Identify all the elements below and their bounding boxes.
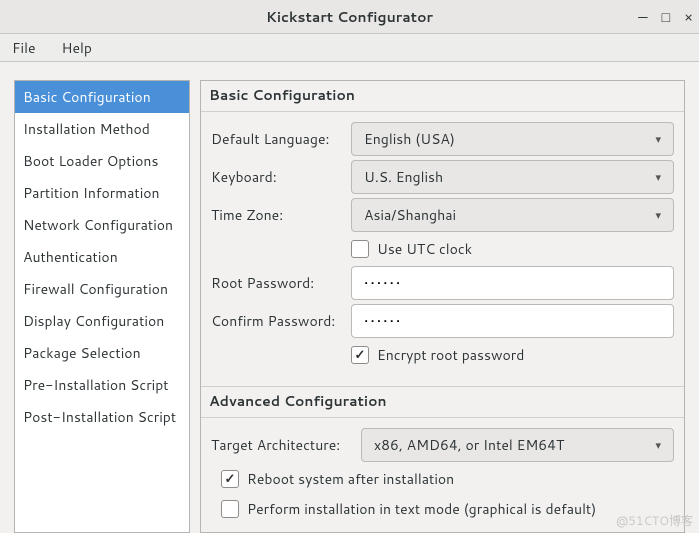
chevron-down-icon: ▾ [655,131,661,147]
timezone-dropdown[interactable]: Asia/Shanghai ▾ [351,198,674,232]
menu-help[interactable]: Help [58,36,96,60]
chevron-down-icon: ▾ [655,437,661,453]
arch-label: Target Architecture: [211,435,351,455]
row-confirmpw: Confirm Password: [211,302,674,340]
row-encrypt: Encrypt root password [351,340,674,370]
encrypt-label: Encrypt root password [377,345,524,365]
confirmpw-input[interactable] [351,304,674,338]
advanced-form: Target Architecture: x86, AMD64, or Inte… [201,418,684,533]
sidebar-item-boot-loader-options[interactable]: Boot Loader Options [15,145,189,177]
encrypt-checkbox[interactable] [351,346,369,364]
sidebar-item-package-selection[interactable]: Package Selection [15,337,189,369]
keyboard-value: U.S. English [364,167,443,187]
language-value: English (USA) [364,129,455,149]
basic-section-heading: Basic Configuration [201,81,684,112]
keyboard-dropdown[interactable]: U.S. English ▾ [351,160,674,194]
arch-value: x86, AMD64, or Intel EM64T [374,435,564,455]
row-arch: Target Architecture: x86, AMD64, or Inte… [211,426,674,464]
close-icon[interactable]: × [684,10,693,24]
advanced-section-heading: Advanced Configuration [201,387,684,418]
row-utc: Use UTC clock [351,234,674,264]
chevron-down-icon: ▾ [655,207,661,223]
utc-checkbox[interactable] [351,240,369,258]
chevron-down-icon: ▾ [655,169,661,185]
keyboard-label: Keyboard: [211,167,341,187]
sidebar-item-network-configuration[interactable]: Network Configuration [15,209,189,241]
sidebar-item-partition-information[interactable]: Partition Information [15,177,189,209]
main-panel: Basic Configuration Default Language: En… [200,80,685,533]
maximize-icon[interactable]: □ [662,10,670,24]
reboot-checkbox[interactable] [221,470,239,488]
row-textmode: Perform installation in text mode (graph… [211,494,674,524]
sidebar-item-display-configuration[interactable]: Display Configuration [15,305,189,337]
minimize-icon[interactable]: — [638,10,647,24]
sidebar-item-authentication[interactable]: Authentication [15,241,189,273]
rootpw-label: Root Password: [211,273,341,293]
reboot-label: Reboot system after installation [247,469,454,489]
row-reboot: Reboot system after installation [211,464,674,494]
confirmpw-label: Confirm Password: [211,311,341,331]
timezone-value: Asia/Shanghai [364,205,456,225]
row-timezone: Time Zone: Asia/Shanghai ▾ [211,196,674,234]
basic-form: Default Language: English (USA) ▾ Keyboa… [201,112,684,380]
window-title: Kickstart Configurator [0,7,699,27]
utc-label: Use UTC clock [377,239,472,259]
row-keyboard: Keyboard: U.S. English ▾ [211,158,674,196]
arch-dropdown[interactable]: x86, AMD64, or Intel EM64T ▾ [361,428,674,462]
row-rootpw: Root Password: [211,264,674,302]
sidebar-item-installation-method[interactable]: Installation Method [15,113,189,145]
window-controls: — □ × [638,0,693,34]
content-area: Basic Configuration Installation Method … [0,62,699,533]
rootpw-input[interactable] [351,266,674,300]
sidebar-item-firewall-configuration[interactable]: Firewall Configuration [15,273,189,305]
menubar: File Help [0,34,699,62]
textmode-label: Perform installation in text mode (graph… [247,499,596,519]
timezone-label: Time Zone: [211,205,341,225]
sidebar-item-pre-installation-script[interactable]: Pre-Installation Script [15,369,189,401]
textmode-checkbox[interactable] [221,500,239,518]
titlebar: Kickstart Configurator — □ × [0,0,699,34]
menu-file[interactable]: File [8,36,40,60]
sidebar-item-basic-configuration[interactable]: Basic Configuration [15,81,189,113]
language-dropdown[interactable]: English (USA) ▾ [351,122,674,156]
language-label: Default Language: [211,129,341,149]
sidebar-item-post-installation-script[interactable]: Post-Installation Script [15,401,189,433]
sidebar: Basic Configuration Installation Method … [14,80,190,533]
row-language: Default Language: English (USA) ▾ [211,120,674,158]
